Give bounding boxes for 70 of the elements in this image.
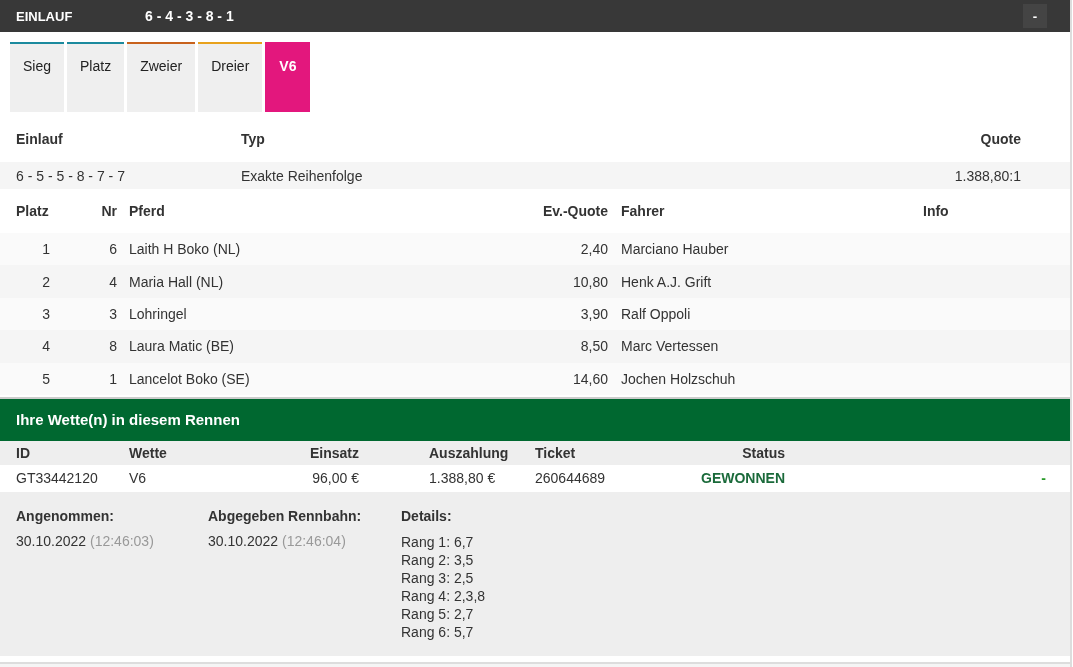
table-cell-text: 3,90 [579, 305, 608, 322]
column-header: Platz [15, 203, 50, 219]
table-cell-text: Exakte Reihenfolge [241, 167, 364, 184]
table-cell-text: 1.388,80:1 [953, 167, 1021, 184]
column-header: Wette [129, 444, 168, 461]
table-cell-text: 260644689 [535, 470, 607, 487]
table-cell-text: 6 [108, 241, 117, 258]
bet-type-tab[interactable]: Platz [67, 42, 125, 112]
rank-text: Rang 5: 2,7 [401, 604, 475, 623]
table-cell-text: GT33442120 [16, 470, 99, 487]
column-header: Ev.-Quote [541, 203, 608, 219]
column-header: Einsatz [309, 444, 359, 461]
table-cell-text: 2 [41, 273, 50, 290]
table-cell-text: 6 - 5 - 5 - 8 - 7 - 7 [16, 167, 126, 184]
column-header: Nr [100, 203, 117, 219]
table-cell-text: 14,60 [571, 370, 608, 387]
table-cell-text: 4 [41, 338, 50, 355]
table-cell-text: 8,50 [579, 338, 608, 355]
table-cell-text: Laura Matic (BE) [128, 338, 236, 355]
detail-label: Abgegeben Rennbahn: [208, 507, 363, 524]
table-cell-text: 10,80 [571, 273, 608, 290]
bet-type-tab[interactable]: Sieg [10, 42, 65, 112]
table-cell-text: Laith H Boko (NL) [128, 241, 242, 258]
table-cell-text: 1 [41, 241, 50, 258]
header-title: EINLAUF [16, 8, 74, 24]
status-text: GEWONNEN [700, 470, 785, 487]
table-cell-text: Marc Vertessen [620, 338, 720, 355]
table-cell-text: 3 [108, 305, 117, 322]
rank-text: Rang 4: 2,3,8 [401, 586, 486, 605]
result-sequence: 6 - 4 - 3 - 8 - 1 [145, 8, 234, 24]
table-cell-text: 4 [108, 273, 117, 290]
table-cell-text: 8 [108, 338, 117, 355]
toggle-button[interactable]: - [1041, 470, 1046, 487]
table-cell-text: 1.388,80 € [428, 470, 497, 487]
table-cell-text: 5 [41, 370, 50, 387]
column-header: Typ [241, 131, 266, 147]
table-cell-text: 3 [41, 305, 50, 322]
column-header: Auszahlung [428, 444, 510, 461]
detail-value: 30.10.2022 (12:46:04) [208, 532, 347, 549]
column-header: Fahrer [620, 203, 666, 219]
table-cell-text: Jochen Holzschuh [620, 370, 737, 387]
bets-section-header: Ihre Wette(n) in diesem Rennen [0, 396, 1070, 441]
bet-type-tab[interactable]: Zweier [127, 42, 196, 112]
column-header: Quote [979, 131, 1021, 147]
table-cell-text: 1 [108, 370, 117, 387]
rank-text: Rang 2: 3,5 [401, 550, 475, 569]
column-header: Status [741, 444, 785, 461]
table-cell-text: Henk A.J. Grift [620, 273, 713, 290]
column-header: Info [923, 203, 950, 219]
rank-text: Rang 3: 2,5 [401, 568, 475, 587]
table-cell-text: Lancelot Boko (SE) [128, 370, 251, 387]
table-cell-text: Lohringel [128, 305, 188, 322]
rank-text: Rang 6: 5,7 [401, 622, 475, 641]
detail-label: Details: [401, 507, 453, 524]
table-cell-text: Marciano Hauber [620, 241, 730, 258]
bet-type-tab[interactable]: V6 [265, 42, 311, 112]
column-header: Pferd [128, 203, 166, 219]
table-cell-text: 96,00 € [311, 470, 359, 487]
column-header: ID [16, 444, 31, 461]
table-cell-text: V6 [129, 470, 148, 487]
rank-text: Rang 1: 6,7 [401, 532, 475, 551]
detail-label: Angenommen: [16, 507, 115, 524]
bet-type-tab[interactable]: Dreier [198, 42, 263, 112]
table-cell-text: Ralf Oppoli [620, 305, 692, 322]
column-header: Einlauf [16, 131, 64, 147]
collapse-button[interactable]: - [1023, 4, 1047, 28]
table-cell-text: Maria Hall (NL) [128, 273, 225, 290]
table-cell-text: 2,40 [579, 241, 608, 258]
column-header: Ticket [535, 444, 577, 461]
detail-value: 30.10.2022 (12:46:03) [16, 532, 155, 549]
